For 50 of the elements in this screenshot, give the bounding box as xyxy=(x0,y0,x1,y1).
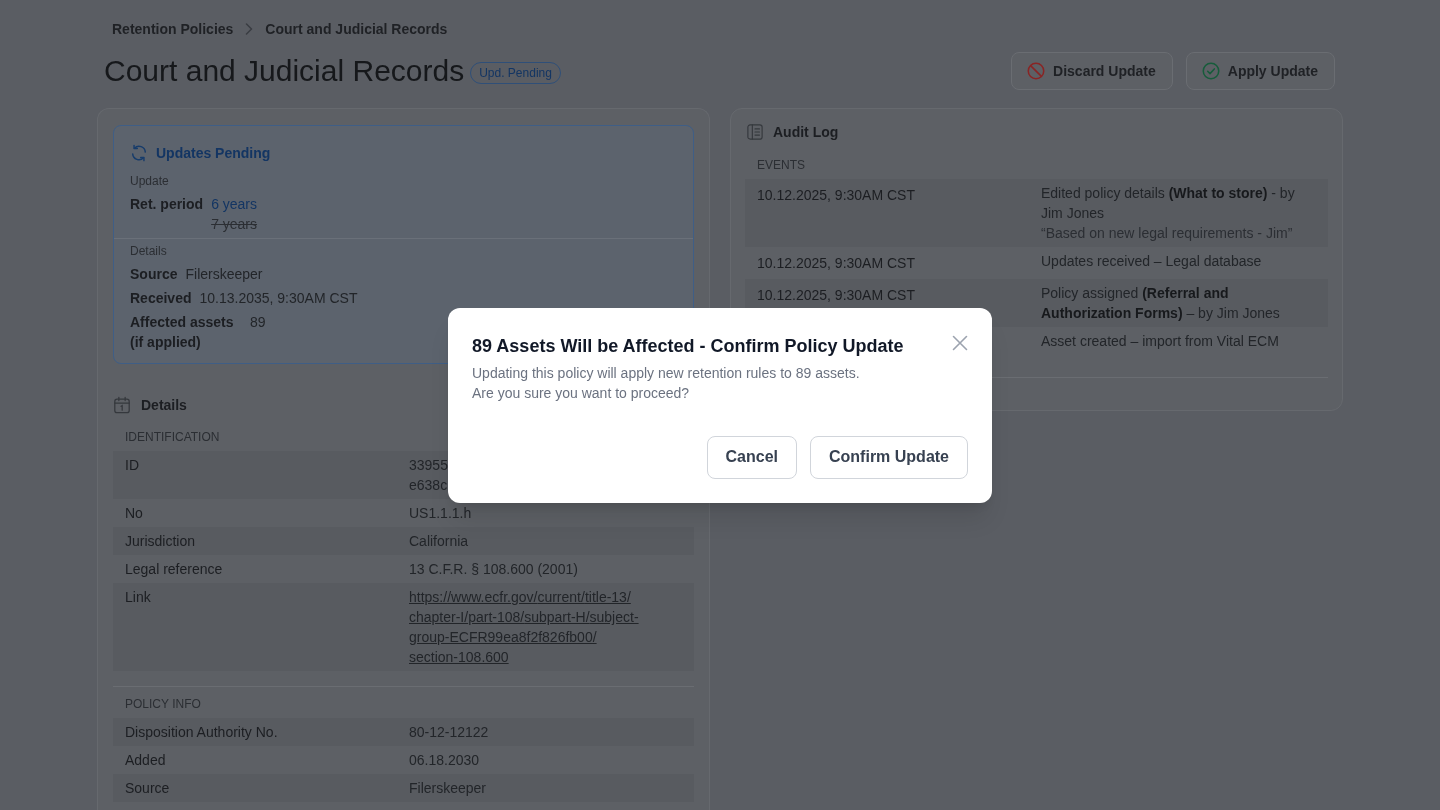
close-icon xyxy=(952,334,968,351)
field-label: Received xyxy=(130,289,192,308)
close-button[interactable] xyxy=(952,334,968,351)
field-value: 06.18.2030 xyxy=(409,751,480,770)
section-title: Details xyxy=(141,396,187,415)
page-title: Court and Judicial Records xyxy=(104,53,465,89)
field-label: No xyxy=(125,504,143,523)
field-value: 10.13.2035, 9:30AM CST xyxy=(199,289,358,308)
section-label: Update xyxy=(130,173,169,189)
ban-icon xyxy=(1027,62,1046,80)
breadcrumb-current: Court and Judicial Records xyxy=(265,20,448,39)
field-label: Source xyxy=(130,265,178,284)
dialog-message: Updating this policy will apply new retention rules to 89 assets. Are you sure you want to proceed? xyxy=(472,363,861,403)
field-label: Affected assets (if applied) xyxy=(130,313,235,352)
section-title: Updates Pending xyxy=(156,144,271,163)
calendar-icon xyxy=(113,396,131,414)
field-label: Added xyxy=(125,751,166,770)
event-time: 10.12.2025, 9:30AM CST xyxy=(757,287,915,303)
section-title: Audit Log xyxy=(773,123,839,142)
dialog-title: 89 Assets Will be Affected - Confirm Policy Update xyxy=(472,334,904,358)
field-label: Jurisdiction xyxy=(125,532,196,551)
field-value: 89 xyxy=(250,313,266,332)
list-icon xyxy=(747,124,763,140)
dialog-button[interactable]: Cancel xyxy=(706,435,797,479)
field-label: Ret. period xyxy=(130,195,204,214)
field-label: Link xyxy=(125,588,151,607)
field-label: Legal reference xyxy=(125,560,223,579)
new-value: 6 years xyxy=(211,195,258,214)
breadcrumb-link[interactable]: Retention Policies xyxy=(112,19,234,39)
field-value: 33955 e638c xyxy=(409,456,448,495)
previous-value: 7 years xyxy=(211,215,258,234)
event-time: 10.12.2025, 9:30AM CST xyxy=(757,255,915,271)
field-value: Filerskeeper xyxy=(185,265,263,284)
dialog-button[interactable]: Confirm Update xyxy=(810,435,968,479)
field-value: California xyxy=(409,532,469,551)
section-label: Details xyxy=(130,243,167,259)
field-label: Disposition Authority No. xyxy=(125,723,278,742)
apply-button[interactable]: Apply Update xyxy=(1185,52,1335,90)
field-label: Source xyxy=(125,779,170,798)
field-label: ID xyxy=(125,456,139,475)
check-circle-icon xyxy=(1201,62,1220,80)
field-value: 13 C.F.R. § 108.600 (2001) xyxy=(409,560,578,579)
discard-button[interactable]: Discard Update xyxy=(1011,52,1173,90)
field-value: US1.1.1.h xyxy=(409,504,472,523)
event-description: Asset created – import from Vital ECM xyxy=(1041,332,1279,351)
event-time: 10.12.2025, 9:30AM CST xyxy=(757,187,915,203)
field-value: 80-12-12122 xyxy=(409,723,489,742)
event-description: Updates received – Legal database xyxy=(1041,252,1262,271)
chevron-icon xyxy=(245,23,254,35)
refresh-icon xyxy=(130,144,148,162)
